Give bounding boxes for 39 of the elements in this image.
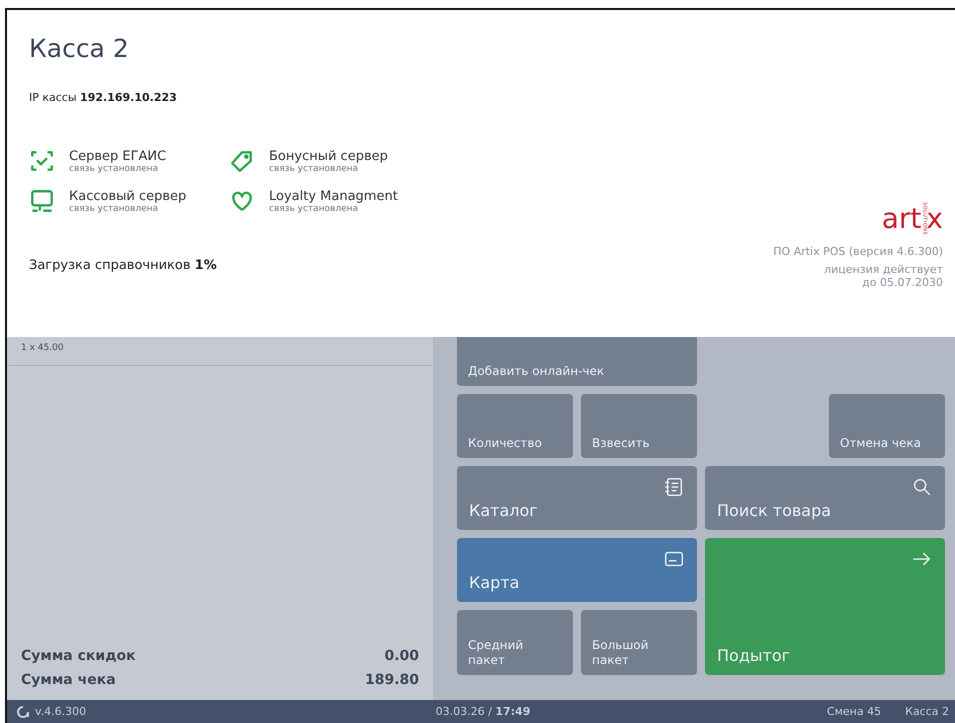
action-button[interactable]: Карта	[457, 538, 697, 602]
total-label: Сумма скидок	[21, 648, 136, 664]
service-status: связь установлена	[269, 204, 360, 214]
shift-text: Смена 45	[826, 705, 882, 718]
total-value: 0.00	[384, 648, 419, 664]
logo-icon	[17, 706, 29, 718]
separator-text: /	[488, 705, 492, 718]
register-text: Касса 2	[905, 705, 949, 718]
action-button[interactable]: Количество	[457, 394, 573, 458]
search-icon	[911, 476, 933, 498]
action-button[interactable]: Поиск товара	[705, 466, 945, 530]
action-button[interactable]: Средний пакет	[457, 610, 573, 675]
app-version: v.4.6.300	[35, 705, 86, 718]
action-button[interactable]: Отмена чека	[829, 394, 945, 458]
action-button[interactable]: Добавить онлайн-чек	[457, 337, 697, 386]
time-text: 17:49	[495, 705, 530, 718]
receipt-line[interactable]: 1 x 45.00	[7, 337, 433, 366]
service-name: Кассовый сервер	[69, 188, 186, 204]
service-status: связь установлена	[269, 164, 360, 174]
license-info: лицензия действует до 05.07.2030	[824, 264, 943, 290]
loading-label: Загрузка справочников 1%	[29, 258, 218, 273]
logo-text: x	[926, 204, 943, 233]
service-status: связь установлена	[69, 204, 160, 214]
service-status: связь установлена	[69, 164, 160, 174]
action-button[interactable]: Взвесить	[581, 394, 697, 458]
date-text: 03.03.26	[436, 705, 485, 718]
notebook-icon	[663, 476, 685, 498]
register-ip: IP кассы 192.169.10.223	[29, 91, 178, 104]
total-label: Сумма чека	[21, 672, 116, 688]
action-button[interactable]: Большой пакет	[581, 610, 697, 675]
action-button[interactable]: Каталог	[457, 466, 697, 530]
register-title: Касса 2	[29, 34, 130, 63]
action-button[interactable]: Подытог	[705, 538, 945, 675]
service-name: Сервер ЕГАИС	[69, 148, 166, 164]
service-name: Бонусный сервер	[269, 148, 388, 164]
logo-text: art	[882, 204, 922, 233]
software-version: ПО Artix POS (версия 4.6.300)	[773, 245, 943, 258]
total-value: 189.80	[364, 672, 419, 688]
service-name: Loyalty Managment	[269, 188, 398, 204]
